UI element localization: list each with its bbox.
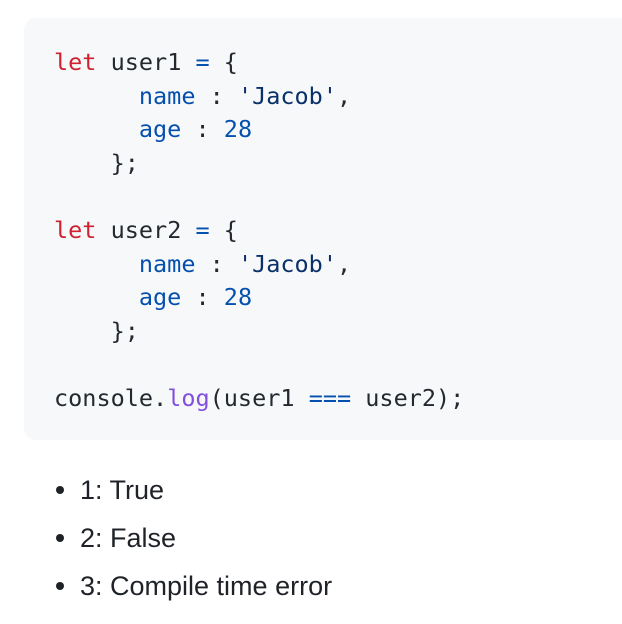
code-block: let user1 = { name : 'Jacob', age : 28 }… <box>24 18 622 440</box>
code-token: , <box>336 249 352 278</box>
bullet-icon <box>56 582 64 590</box>
code-token: user1 <box>96 48 196 76</box>
code-line: let user2 = { <box>54 214 464 248</box>
code-token: name <box>138 249 196 278</box>
answer-option-label: 1: True <box>80 475 165 505</box>
code-token: : <box>195 249 238 278</box>
code-token: let <box>54 48 97 76</box>
code-token: 'Jacob' <box>237 249 337 278</box>
code-line: name : 'Jacob', <box>54 248 464 282</box>
code-token: : <box>195 81 238 110</box>
code-line: age : 28 <box>54 281 464 315</box>
code-token: console. <box>54 383 168 412</box>
code-token: = <box>195 48 210 76</box>
code-token: 'Jacob' <box>237 81 337 110</box>
code-token: (user1 <box>209 383 309 412</box>
code-token: log <box>167 383 210 412</box>
code-token: = <box>195 215 210 244</box>
code-token: 28 <box>223 283 253 312</box>
code-token: }; <box>54 316 139 345</box>
code-line: let user1 = { <box>54 46 464 80</box>
answer-option-3: 3: Compile time error <box>0 568 332 616</box>
code-token: age <box>138 115 182 144</box>
code-line: age : 28 <box>54 113 464 147</box>
code-token: { <box>209 48 238 76</box>
answer-option-label: 3: Compile time error <box>80 571 333 601</box>
code-token: age <box>138 283 182 312</box>
bullet-icon <box>56 534 64 542</box>
answer-options: 1: True 2: False 3: Compile time error <box>0 472 332 616</box>
code-token: user2); <box>351 383 465 412</box>
code-line: }; <box>54 147 464 181</box>
code-token: name <box>138 81 196 110</box>
code-content: let user1 = { name : 'Jacob', age : 28 }… <box>54 46 464 416</box>
code-token: { <box>209 215 238 244</box>
code-line: }; <box>54 315 464 349</box>
code-line: name : 'Jacob', <box>54 80 464 114</box>
code-token: 28 <box>223 115 253 144</box>
bullet-icon <box>56 486 64 494</box>
code-line: console.log(user1 === user2); <box>54 382 464 416</box>
code-token: , <box>336 81 352 110</box>
answer-option-1: 1: True <box>0 472 332 520</box>
code-token: }; <box>54 148 139 177</box>
code-token: : <box>181 283 224 312</box>
answer-option-label: 2: False <box>80 523 177 553</box>
answer-option-2: 2: False <box>0 520 332 568</box>
code-token: === <box>308 383 352 412</box>
code-token: user2 <box>96 215 196 244</box>
code-token: let <box>54 215 97 244</box>
code-token: : <box>181 115 224 144</box>
